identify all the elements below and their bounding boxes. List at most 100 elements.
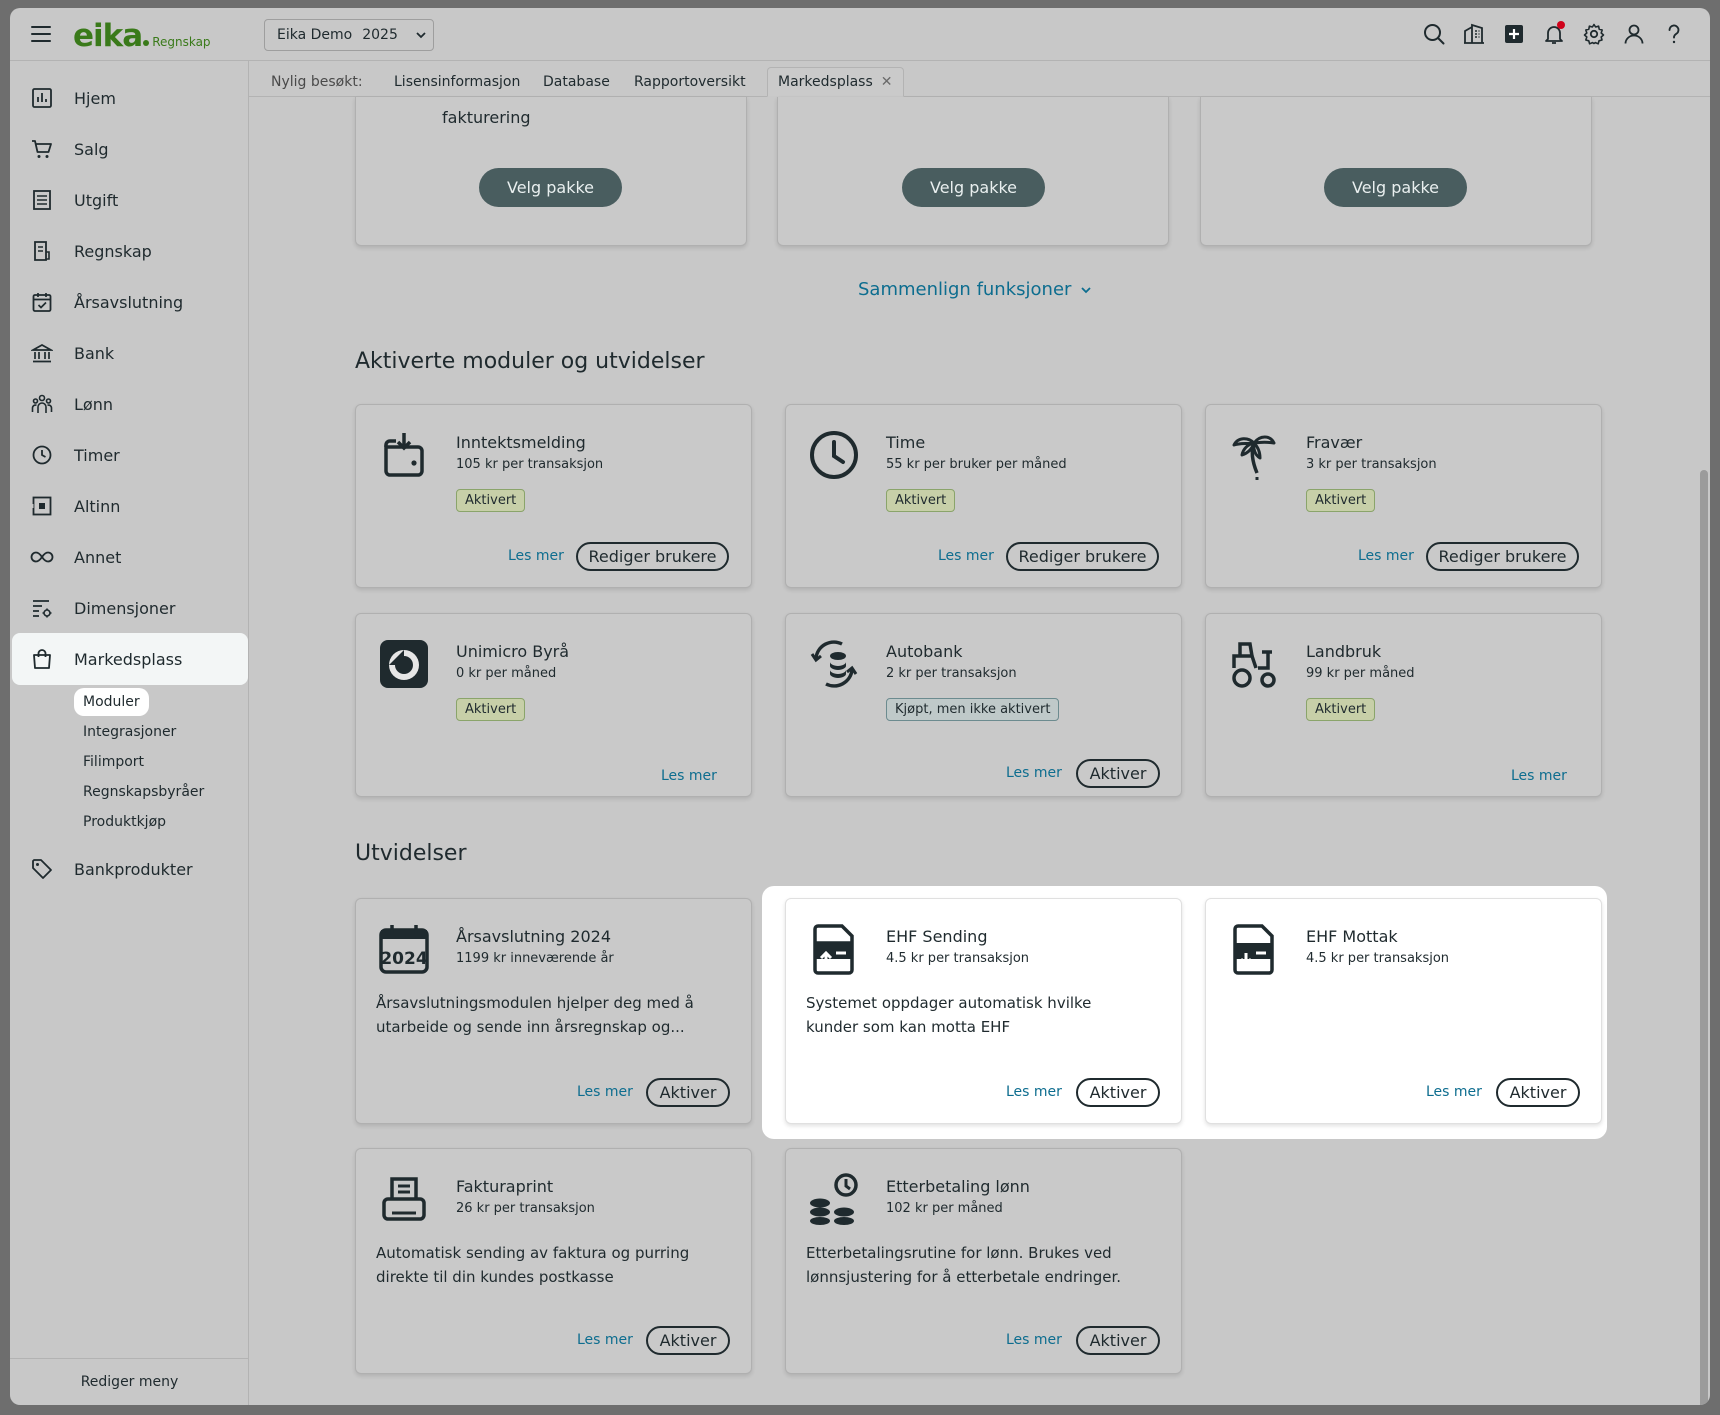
logo-sub: Regnskap — [152, 35, 211, 49]
read-more-link[interactable]: Les mer — [938, 548, 994, 564]
sidebar-item-label: Lønn — [74, 394, 113, 414]
module-price: 99 kr per måned — [1306, 666, 1415, 681]
printer-icon — [378, 1173, 430, 1225]
extension-card-arsavslutning: 2024 Årsavslutning 2024 1199 kr innevære… — [355, 898, 752, 1124]
select-package-button[interactable]: Velg pakke — [902, 168, 1045, 207]
read-more-link[interactable]: Les mer — [508, 548, 564, 564]
read-more-link[interactable]: Les mer — [1511, 768, 1567, 784]
bank-icon — [30, 341, 54, 365]
sidebar-item-timer[interactable]: Timer — [12, 429, 248, 481]
calendar-year-text: 2024 — [380, 949, 427, 969]
people-icon — [30, 392, 54, 416]
edit-menu-button[interactable]: Rediger meny — [10, 1358, 249, 1405]
sidebar-item-bank[interactable]: Bank — [12, 327, 248, 379]
sidebar: Hjem Salg Utgift Regnskap Årsavslutning … — [10, 61, 249, 1405]
read-more-link[interactable]: Les mer — [1006, 1332, 1062, 1348]
help-icon[interactable] — [1662, 22, 1686, 46]
extension-description: Årsavslutningsmodulen hjelper deg med å … — [376, 994, 694, 1036]
status-badge: Aktivert — [1306, 698, 1376, 721]
tab-rapportoversikt[interactable]: Rapportoversikt — [634, 67, 746, 97]
receipt-list-icon — [30, 188, 54, 212]
activate-button[interactable]: Aktiver — [1496, 1078, 1580, 1107]
tab-database[interactable]: Database — [543, 67, 610, 97]
sidebar-item-annet[interactable]: Annet — [12, 531, 248, 583]
tab-lisensinformasjon[interactable]: Lisensinformasjon — [394, 67, 520, 97]
activate-button[interactable]: Aktiver — [646, 1326, 730, 1355]
edit-users-button[interactable]: Rediger brukere — [1006, 542, 1159, 571]
module-card-time: Time 55 kr per bruker per måned Aktivert… — [785, 404, 1182, 588]
sidebar-item-hjem[interactable]: Hjem — [12, 72, 248, 124]
top-icons — [1422, 21, 1686, 46]
module-price: 2 kr per transaksjon — [886, 666, 1017, 681]
read-more-link[interactable]: Les mer — [1006, 765, 1062, 781]
company-select[interactable]: Eika Demo 2025 — [264, 19, 434, 51]
extension-price: 4.5 kr per transaksjon — [1306, 951, 1450, 966]
sidebar-item-arsavslutning[interactable]: Årsavslutning — [12, 276, 248, 328]
select-package-button[interactable]: Velg pakke — [479, 168, 622, 207]
user-icon[interactable] — [1622, 22, 1646, 46]
sidebar-item-utgift[interactable]: Utgift — [12, 174, 248, 226]
extension-title: EHF Mottak — [1306, 927, 1398, 946]
extension-price: 26 kr per transaksjon — [456, 1201, 595, 1216]
module-price: 55 kr per bruker per måned — [886, 457, 1067, 472]
bell-icon[interactable] — [1542, 21, 1566, 46]
company-building-icon[interactable] — [1462, 22, 1486, 46]
module-price: 3 kr per transaksjon — [1306, 457, 1437, 472]
module-price: 105 kr per transaksjon — [456, 457, 604, 472]
sidebar-item-markedsplass[interactable]: Markedsplass — [12, 633, 248, 685]
activate-button[interactable]: Aktiver — [646, 1078, 730, 1107]
sidebar-item-salg[interactable]: Salg — [12, 123, 248, 175]
chevron-down-icon — [416, 32, 426, 39]
select-package-button[interactable]: Velg pakke — [1324, 168, 1467, 207]
status-badge: Aktivert — [456, 489, 526, 512]
activate-button[interactable]: Aktiver — [1076, 759, 1160, 788]
sidebar-item-regnskap[interactable]: Regnskap — [12, 225, 248, 277]
activate-button[interactable]: Aktiver — [1076, 1326, 1160, 1355]
recent-tabs: Nylig besøkt: Lisensinformasjon Database… — [249, 61, 1710, 97]
subnav-item-regnskapsbyraer[interactable]: Regnskapsbyråer — [74, 778, 213, 806]
sidebar-item-label: Bank — [74, 343, 115, 363]
package-card: Velg pakke — [777, 97, 1169, 246]
company-year: 2025 — [362, 27, 398, 43]
sidebar-item-label: Timer — [74, 445, 120, 465]
sidebar-item-bankprodukter[interactable]: Bankprodukter — [12, 843, 248, 895]
extension-title: Fakturaprint — [456, 1177, 554, 1196]
search-icon[interactable] — [1422, 22, 1446, 46]
read-more-link[interactable]: Les mer — [1358, 548, 1414, 564]
edit-users-button[interactable]: Rediger brukere — [1426, 542, 1579, 571]
module-title: Inntektsmelding — [456, 433, 586, 452]
read-more-link[interactable]: Les mer — [1006, 1084, 1062, 1100]
scrollbar[interactable] — [1700, 470, 1708, 1405]
read-more-link[interactable]: Les mer — [577, 1084, 633, 1100]
tab-label: Markedsplass — [778, 74, 873, 90]
coins-clock-icon — [808, 1173, 860, 1225]
subnav-item-filimport[interactable]: Filimport — [74, 748, 153, 776]
compare-features-link[interactable]: Sammenlign funksjoner — [858, 279, 1093, 300]
subnav-item-integrasjoner[interactable]: Integrasjoner — [74, 718, 185, 746]
extension-card-fakturaprint: Fakturaprint 26 kr per transaksjon Autom… — [355, 1148, 752, 1374]
extension-price: 102 kr per måned — [886, 1201, 1003, 1216]
tab-markedsplass[interactable]: Markedsplass ✕ — [767, 67, 904, 97]
subnav-item-produktkjop[interactable]: Produktkjøp — [74, 808, 175, 836]
logo[interactable]: eika Regnskap — [73, 18, 211, 54]
altinn-icon — [30, 494, 54, 518]
activate-button[interactable]: Aktiver — [1076, 1078, 1160, 1107]
menu-icon[interactable] — [31, 26, 51, 42]
gear-icon[interactable] — [1582, 22, 1606, 46]
status-badge: Kjøpt, men ikke aktivert — [886, 698, 1060, 721]
read-more-link[interactable]: Les mer — [577, 1332, 633, 1348]
module-title: Autobank — [886, 642, 963, 661]
sidebar-item-label: Annet — [74, 547, 122, 567]
read-more-link[interactable]: Les mer — [661, 768, 717, 784]
sidebar-item-lonn[interactable]: Lønn — [12, 378, 248, 430]
edit-users-button[interactable]: Rediger brukere — [576, 542, 729, 571]
sidebar-item-altinn[interactable]: Altinn — [12, 480, 248, 532]
sidebar-item-dimensjoner[interactable]: Dimensjoner — [12, 582, 248, 634]
read-more-link[interactable]: Les mer — [1426, 1084, 1482, 1100]
coins-sync-icon — [808, 638, 860, 690]
recent-label: Nylig besøkt: — [271, 74, 363, 90]
subnav-item-moduler[interactable]: Moduler — [74, 688, 149, 716]
section-title-activated: Aktiverte moduler og utvidelser — [355, 349, 705, 374]
close-icon[interactable]: ✕ — [881, 74, 893, 90]
add-icon[interactable] — [1502, 22, 1526, 46]
